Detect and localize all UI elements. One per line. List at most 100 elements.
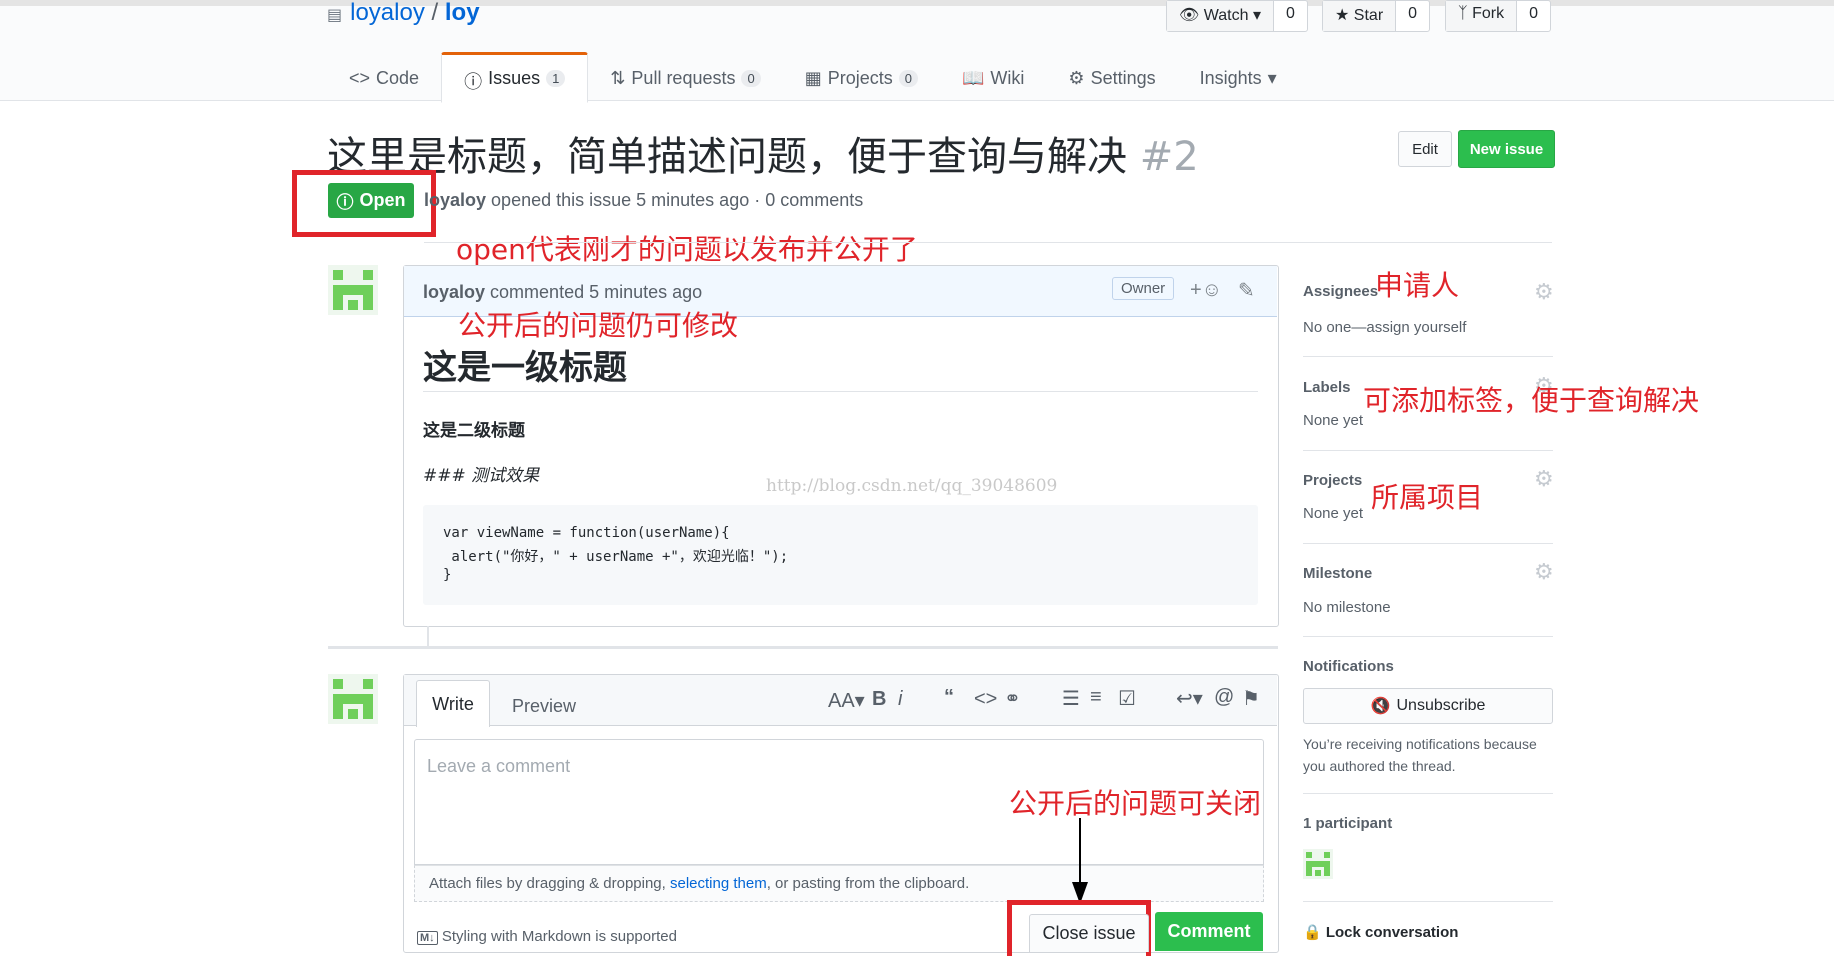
markdown-note[interactable]: M↓ Styling with Markdown is supported [417,928,677,945]
milestone-value: No milestone [1303,599,1391,616]
pull-request-icon: ⇅ [610,68,626,88]
tab-insights[interactable]: Insights ▾ [1178,52,1299,100]
fork-count[interactable]: 0 [1517,1,1550,31]
notifications-reason-line: You’re receiving notifications because [1303,736,1537,752]
link-icon[interactable]: ⚭ [1004,686,1021,711]
star-button-group[interactable]: ★ Star 0 [1322,0,1431,32]
projects-count: 0 [898,70,918,87]
tab-settings[interactable]: ⚙ Settings [1046,52,1177,100]
reply-icon[interactable]: ↩▾ [1176,686,1203,711]
milestone-label[interactable]: Milestone [1303,565,1372,582]
tab-projects[interactable]: ▦ Projects 0 [783,52,940,100]
project-icon: ▦ [804,68,822,88]
attach-text: Attach files by dragging & dropping, [429,875,670,892]
text-size-icon[interactable]: AA▾ [828,688,865,713]
numbered-list-icon[interactable]: ≡ [1090,686,1102,709]
mute-icon: 🔇 [1370,698,1391,715]
projects-label[interactable]: Projects [1303,472,1362,489]
projects-gear-icon[interactable]: ⚙ [1534,466,1554,492]
tab-code[interactable]: <> Code [327,52,441,100]
star-icon: ★ [1335,7,1350,24]
eye-icon: 👁 [1179,7,1200,24]
lock-icon: 🔒 [1303,924,1322,941]
assignees-value[interactable]: No one—assign yourself [1303,319,1466,336]
code-line: alert("你好，" + userName +"，欢迎光临！"); [443,549,789,565]
mention-icon[interactable]: @ [1214,686,1234,709]
caret-down-icon: ▾ [1267,68,1277,88]
tab-pull-requests[interactable]: ⇅ Pull requests 0 [588,52,782,100]
sidebar-divider [1303,793,1553,794]
identicon-icon [333,679,373,719]
star-count[interactable]: 0 [1396,1,1429,31]
repo-owner-link[interactable]: loyaloy [350,0,425,26]
issue-meta: loyaloy opened this issue 5 minutes ago … [424,190,863,211]
tab-issues[interactable]: ⓘ Issues 1 [441,52,589,103]
gear-icon: ⚙ [1068,68,1085,88]
assignees-gear-icon[interactable]: ⚙ [1534,279,1554,305]
edit-comment-icon[interactable]: ✎ [1238,278,1255,303]
close-issue-button[interactable]: Close issue [1029,914,1149,952]
attach-files-bar[interactable]: Attach files by dragging & dropping, sel… [414,865,1264,902]
task-list-icon[interactable]: ☑ [1118,686,1136,711]
fork-button-group[interactable]: ᛉ Fork 0 [1445,0,1551,32]
browser-edge [0,0,1834,6]
quote-icon[interactable]: “ [944,686,954,709]
avatar[interactable] [328,674,378,724]
header-divider [424,242,1552,243]
issue-author[interactable]: loyaloy [424,190,486,210]
timeline-line [427,626,429,646]
identicon-icon [1306,852,1330,876]
add-reaction-icon[interactable]: +☺ [1190,279,1222,302]
edit-title-button[interactable]: Edit [1398,131,1452,167]
h1-divider [423,391,1258,392]
avatar[interactable] [328,265,378,315]
watch-count[interactable]: 0 [1274,1,1307,31]
notifications-label: Notifications [1303,658,1394,675]
new-issue-button[interactable]: New issue [1458,130,1555,168]
annotation-projects: 所属项目 [1371,481,1484,514]
bulleted-list-icon[interactable]: ☰ [1062,686,1080,711]
milestone-gear-icon[interactable]: ⚙ [1534,559,1554,585]
tab-wiki[interactable]: 📖 Wiki [940,52,1046,100]
sidebar-divider [1303,543,1553,544]
bookmark-icon[interactable]: ⚑ [1242,686,1260,711]
select-files-link[interactable]: selecting them [670,875,767,892]
code-line: } [443,567,452,583]
owner-badge: Owner [1112,277,1175,300]
watch-button[interactable]: 👁 Watch ▾ [1167,1,1274,31]
repo-title: ▤ loyaloy / loy [327,0,480,29]
assignees-label[interactable]: Assignees [1303,283,1378,300]
unsubscribe-button[interactable]: 🔇 Unsubscribe [1303,688,1553,724]
code-line: var viewName = function(userName){ [443,525,730,541]
comment-h3-text: ### 测试效果 [423,466,540,486]
issue-meta-text: opened this issue 5 minutes ago · 0 comm… [491,190,864,210]
tab-preview[interactable]: Preview [512,696,576,717]
book-icon: 📖 [962,68,985,88]
watch-button-group[interactable]: 👁 Watch ▾ 0 [1166,0,1308,32]
labels-label[interactable]: Labels [1303,379,1351,396]
annotation-open: open代表刚才的问题以发布并公开了 [456,233,918,266]
comment-author[interactable]: loyaloy [423,282,485,302]
issue-title: 这里是标题，简单描述问题，便于查询与解决 #2 [327,124,1199,182]
repo-name-link[interactable]: loy [445,0,480,26]
star-button[interactable]: ★ Star [1323,1,1397,31]
repo-nav: <> Code ⓘ Issues 1 ⇅ Pull requests 0 ▦ Project… [327,52,1299,103]
comment-button[interactable]: Comment [1155,912,1263,951]
comment-time[interactable]: commented 5 minutes ago [490,282,702,302]
fork-icon: ᛉ [1458,5,1468,22]
watermark: http://blog.csdn.net/qq_39048609 [766,476,1058,496]
participant-avatar[interactable] [1303,849,1333,879]
code-icon[interactable]: <> [974,688,997,711]
issues-count: 1 [546,70,566,87]
fork-button[interactable]: ᛉ Fork [1446,1,1518,31]
bold-icon[interactable]: B [872,688,886,711]
italic-icon[interactable]: i [898,688,902,711]
annotation-labels: 可添加标签，便于查询解决 [1363,384,1700,417]
tab-write[interactable]: Write [416,680,490,727]
annotation-close: 公开后的问题可关闭 [1009,787,1262,820]
annotation-arrow [1068,818,1092,904]
issue-state-badge: ⓘ Open [328,183,414,218]
annotation-assignees: 申请人 [1375,269,1460,302]
code-block: var viewName = function(userName){ alert… [423,505,1258,605]
lock-conversation-link[interactable]: 🔒 Lock conversation [1303,923,1458,941]
